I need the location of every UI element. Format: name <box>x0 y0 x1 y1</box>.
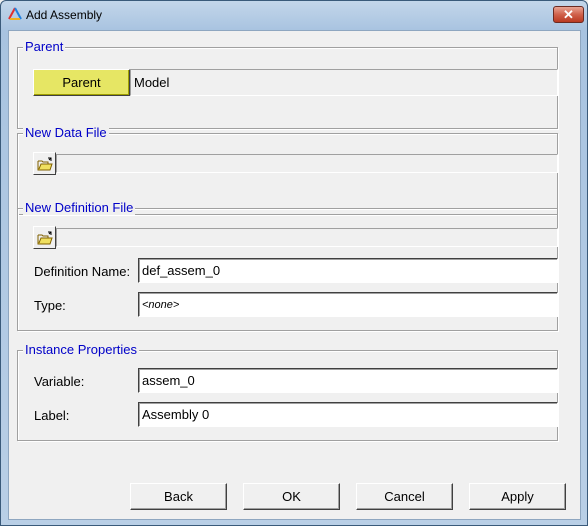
new-definition-file-group: New Definition File Definition Name: def… <box>17 201 558 331</box>
app-logo-icon <box>8 7 22 20</box>
instance-properties-legend: Instance Properties <box>23 342 140 357</box>
variable-input[interactable]: assem_0 <box>138 368 558 393</box>
parent-group: Parent Parent Model <box>17 40 558 129</box>
variable-label: Variable: <box>34 374 85 389</box>
title-bar[interactable]: Add Assembly ✕ <box>1 1 587 29</box>
close-button[interactable]: ✕ <box>553 6 584 23</box>
definition-name-input[interactable]: def_assem_0 <box>138 258 558 283</box>
dialog-body: Parent Parent Model New Data File New De… <box>8 30 581 520</box>
new-definition-file-legend: New Definition File <box>23 200 136 215</box>
close-icon: ✕ <box>563 7 574 22</box>
ok-button[interactable]: OK <box>243 483 340 510</box>
instance-properties-group: Instance Properties Variable: assem_0 La… <box>17 343 558 441</box>
type-label: Type: <box>34 298 66 313</box>
data-file-path-field[interactable] <box>56 154 558 173</box>
cancel-button[interactable]: Cancel <box>356 483 453 510</box>
new-data-file-legend: New Data File <box>23 125 109 140</box>
parent-button[interactable]: Parent <box>33 69 130 96</box>
label-input[interactable]: Assembly 0 <box>138 402 558 427</box>
definition-file-browse-button[interactable] <box>33 226 56 249</box>
add-assembly-dialog: Add Assembly ✕ Parent Parent Model New D… <box>0 0 588 526</box>
window-title: Add Assembly <box>26 8 103 22</box>
data-file-browse-button[interactable] <box>33 152 56 175</box>
definition-file-path-field[interactable] <box>56 228 558 247</box>
parent-value-field: Model <box>130 69 558 96</box>
type-input[interactable]: <none> <box>138 292 558 317</box>
definition-name-label: Definition Name: <box>34 264 131 279</box>
open-folder-icon <box>37 157 53 170</box>
back-button[interactable]: Back <box>130 483 227 510</box>
open-folder-icon <box>37 231 53 244</box>
apply-button[interactable]: Apply <box>469 483 566 510</box>
label-label: Label: <box>34 408 70 423</box>
parent-group-legend: Parent <box>23 39 66 54</box>
